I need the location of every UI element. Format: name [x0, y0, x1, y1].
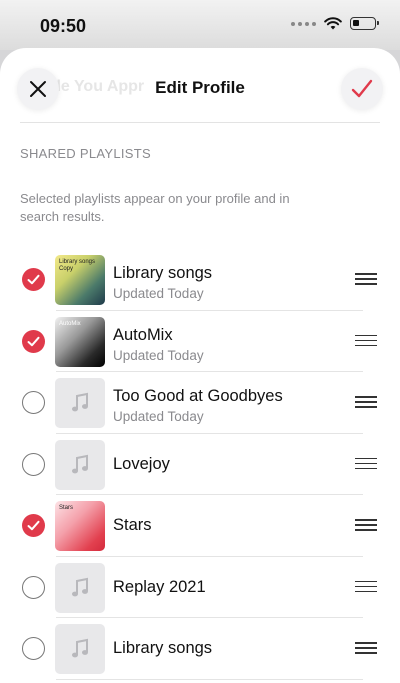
playlist-row[interactable]: AutoMix AutoMix Updated Today: [0, 311, 400, 372]
playlist-artwork: Library songs Copy: [55, 255, 105, 305]
music-note-icon: [55, 624, 105, 674]
playlist-row[interactable]: Lovejoy: [0, 434, 400, 495]
reorder-handle-icon[interactable]: [355, 273, 377, 285]
selected-checkmark-icon[interactable]: [22, 514, 45, 537]
reorder-handle-icon[interactable]: [355, 334, 377, 347]
playlist-updated-label: Updated Today: [113, 409, 204, 424]
row-divider: [56, 678, 363, 680]
playlist-row[interactable]: Replay 2021: [0, 557, 400, 618]
done-button[interactable]: [341, 68, 383, 110]
close-button[interactable]: [17, 68, 59, 110]
unselected-circle-icon[interactable]: [22, 575, 45, 599]
edit-profile-sheet: ile You Appr Edit Profile SHARED PLAYLIS…: [0, 48, 400, 683]
battery-icon: [350, 17, 379, 30]
playlist-row[interactable]: Library songs Copy Library songs Updated T…: [0, 249, 400, 311]
cellular-signal-icon: [291, 21, 316, 26]
playlist-list: Library songs Copy Library songs Updated T…: [0, 249, 400, 680]
playlist-artwork: AutoMix: [55, 316, 105, 367]
playlist-name: Lovejoy: [113, 454, 170, 473]
status-bar: 09:50: [0, 0, 400, 50]
playlist-updated-label: Updated Today: [113, 347, 204, 363]
checkmark-icon: [351, 79, 373, 98]
playlist-row[interactable]: Too Good at Goodbyes Updated Today: [0, 372, 400, 434]
status-icons: [291, 17, 379, 30]
header-divider: [20, 122, 380, 123]
close-icon: [30, 81, 46, 97]
artwork-label: Library songs Copy: [59, 259, 96, 272]
reorder-handle-icon[interactable]: [355, 642, 377, 654]
playlist-name: Library songs: [113, 264, 213, 282]
reorder-handle-icon[interactable]: [355, 396, 377, 408]
section-description: Selected playlists appear on your profil…: [20, 191, 290, 224]
music-note-icon: [55, 378, 105, 428]
wifi-icon: [324, 17, 342, 30]
page-title: Edit Profile: [155, 78, 245, 97]
selected-checkmark-icon[interactable]: [22, 329, 45, 353]
music-note-icon: [55, 562, 105, 613]
playlist-row[interactable]: Stars Stars: [0, 495, 400, 557]
playlist-updated-label: Updated Today: [113, 286, 204, 301]
reorder-handle-icon[interactable]: [355, 580, 377, 593]
sheet-header: ile You Appr Edit Profile: [0, 48, 400, 124]
music-note-icon: [55, 439, 105, 490]
playlist-artwork: Stars: [55, 501, 105, 551]
playlist-name: Library songs: [113, 639, 213, 657]
status-time: 09:50: [40, 16, 87, 36]
unselected-circle-icon[interactable]: [22, 391, 45, 414]
section-title: SHARED PLAYLISTS: [20, 146, 151, 161]
playlist-name: AutoMix: [113, 325, 173, 344]
artwork-label: Stars: [59, 505, 74, 511]
reorder-handle-icon[interactable]: [355, 519, 377, 531]
playlist-name: Too Good at Goodbyes: [113, 387, 283, 405]
playlist-name: Stars: [113, 516, 152, 534]
reorder-handle-icon[interactable]: [355, 457, 377, 470]
unselected-circle-icon[interactable]: [22, 637, 45, 660]
unselected-circle-icon[interactable]: [22, 452, 45, 476]
artwork-label: AutoMix: [59, 320, 81, 327]
selected-checkmark-icon[interactable]: [22, 268, 45, 291]
playlist-name: Replay 2021: [113, 577, 206, 596]
playlist-row[interactable]: Library songs: [0, 618, 400, 680]
